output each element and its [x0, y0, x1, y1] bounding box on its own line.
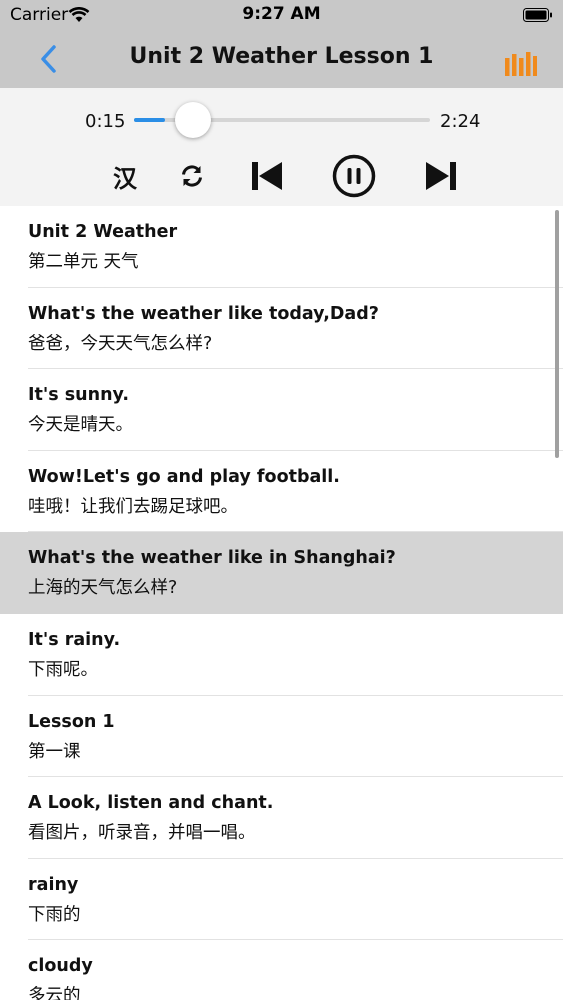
progress-thumb[interactable]: [174, 102, 211, 138]
audio-player: 0:15 2:24 汉: [0, 88, 563, 206]
repeat-button[interactable]: [176, 154, 208, 198]
current-time: 0:15: [85, 111, 126, 132]
next-button[interactable]: [424, 154, 458, 198]
sentence-chinese: 看图片，听录音，并唱一唱。: [28, 823, 256, 844]
sentence-chinese: 哇哦！让我们去踢足球吧。: [28, 496, 238, 517]
previous-button[interactable]: [250, 154, 284, 198]
skip-next-icon: [426, 162, 456, 190]
page-title: Unit 2 Weather Lesson 1: [129, 44, 434, 69]
sentence-english: What's the weather like today,Dad?: [28, 303, 379, 324]
sentence-english: Wow!Let's go and play football.: [28, 466, 340, 487]
total-time: 2:24: [440, 111, 481, 132]
scroll-indicator[interactable]: [555, 210, 559, 458]
list-item[interactable]: It's sunny. 今天是晴天。: [0, 369, 563, 451]
list-item[interactable]: What's the weather like in Shanghai? 上海的天…: [0, 532, 563, 614]
list-item[interactable]: Wow!Let's go and play football. 哇哦！让我们去踢足…: [0, 450, 563, 533]
repeat-icon: [182, 165, 202, 187]
sentence-list[interactable]: Unit 2 Weather 第二单元 天气 What's the weather…: [0, 206, 563, 1000]
list-item[interactable]: What's the weather like today,Dad? 爸爸，今天天…: [0, 287, 563, 370]
sentence-chinese: 上海的天气怎么样?: [28, 578, 178, 599]
battery-icon: [523, 7, 553, 22]
sentence-english: It's sunny.: [28, 385, 129, 406]
sentence-chinese: 今天是晴天。: [28, 415, 133, 436]
sentence-english: cloudy: [28, 956, 93, 977]
top-bar: Carrier 9:27 AM Unit 2 Weather Lesson 1: [0, 0, 563, 88]
list-item[interactable]: cloudy 多云的: [0, 940, 563, 1000]
list-item[interactable]: Unit 2 Weather 第二单元 天气: [0, 206, 563, 288]
sentence-english: rainy: [28, 874, 79, 895]
bars-icon: [505, 52, 537, 76]
status-time: 9:27 AM: [242, 4, 321, 24]
navigation-bar: Unit 2 Weather Lesson 1: [0, 30, 563, 88]
progress-slider[interactable]: [134, 102, 430, 138]
playlist-button[interactable]: [505, 52, 537, 76]
skip-previous-icon: [252, 162, 282, 190]
list-item[interactable]: A Look, listen and chant. 看图片，听录音，并唱一唱。: [0, 777, 563, 859]
status-bar: Carrier 9:27 AM: [0, 0, 563, 30]
sentence-chinese: 第一课: [28, 741, 81, 762]
list-item[interactable]: Lesson 1 第一课: [0, 695, 563, 778]
pause-button[interactable]: [331, 154, 377, 198]
sentence-english: A Look, listen and chant.: [28, 793, 274, 814]
chinese-toggle-button[interactable]: 汉: [108, 154, 142, 198]
progress-fill: [134, 118, 165, 122]
sentence-english: It's rainy.: [28, 629, 121, 650]
app-screen: Carrier 9:27 AM Unit 2 Weather Lesson 1 …: [0, 0, 563, 1000]
sentence-chinese: 多云的: [28, 986, 81, 1000]
sentence-english: Lesson 1: [28, 711, 115, 732]
pause-icon: [332, 154, 376, 198]
list-item[interactable]: It's rainy. 下雨呢。: [0, 613, 563, 696]
sentence-english: What's the weather like in Shanghai?: [28, 548, 396, 569]
sentence-english: Unit 2 Weather: [28, 222, 178, 242]
sentence-chinese: 第二单元 天气: [28, 252, 139, 272]
list-item[interactable]: rainy 下雨的: [0, 858, 563, 941]
sentence-chinese: 爸爸，今天天气怎么样?: [28, 333, 213, 354]
sentence-chinese: 下雨的: [28, 904, 81, 925]
sentence-chinese: 下雨呢。: [28, 659, 98, 680]
